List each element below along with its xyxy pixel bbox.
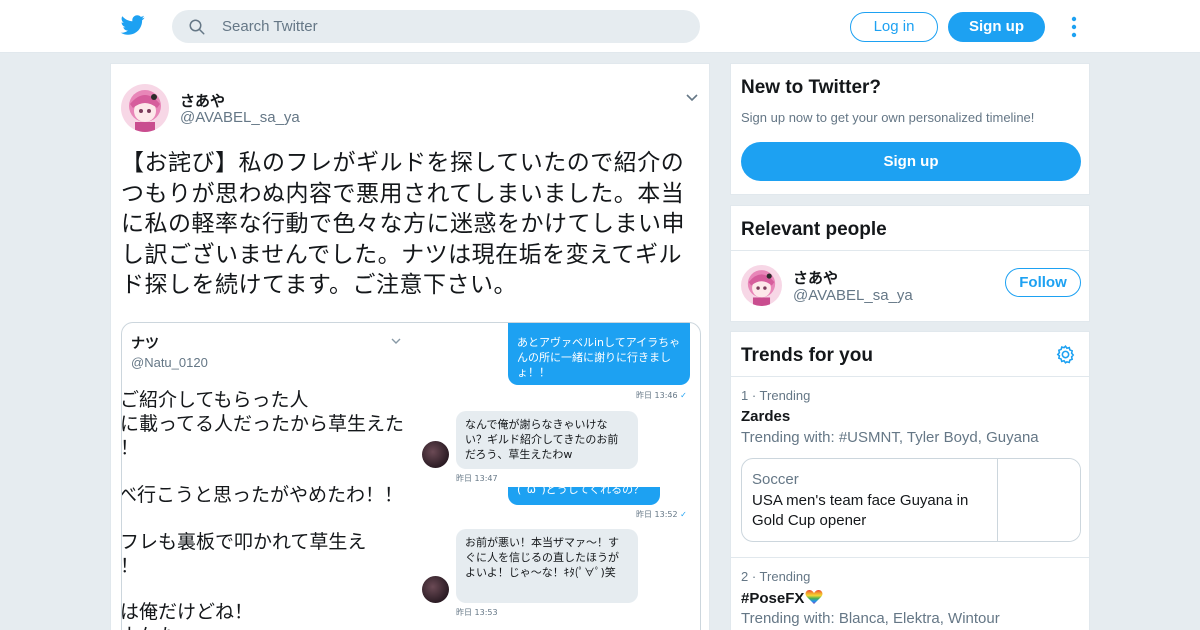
media-text-line: ご紹介してもらった人 [121,389,309,411]
trends-panel: Trends for you 1 · Trending Zardes Trend… [730,331,1090,630]
more-options-icon[interactable] [1068,15,1080,39]
chat-avatar [422,576,449,603]
avatar-image [121,84,169,132]
panel-title: Relevant people [741,219,887,240]
trend-name[interactable]: Zardes [741,408,790,425]
avatar[interactable] [121,84,169,132]
media-text-line: に載ってる人だったから草生えた [121,413,405,435]
panel-title: Trends for you [741,345,873,366]
panel-title: New to Twitter? [741,77,882,98]
media-text-line: べ行こうと思ったがやめたわ！！ [121,484,404,506]
person-handle[interactable]: @AVABEL_sa_ya [793,287,913,304]
trend-related: Trending with: #USMNT, Tyler Boyd, Guyan… [741,429,1039,446]
signup-button[interactable]: Sign up [948,12,1045,42]
top-navigation-bar: Log in Sign up [0,0,1200,53]
chat-bubble-incoming: お前が悪い！本当ザマァ〜！すぐに人を信じるの直したほうがよいよ！じゃ〜な！ｷﾀ(… [456,529,638,603]
search-bar[interactable] [172,10,700,43]
media-screenshot-left: ナツ @Natu_0120 ご紹介してもらった人 に載ってる人だったから草生えた… [122,323,422,630]
divider [731,557,1089,558]
search-input[interactable] [222,10,682,43]
chevron-down-icon[interactable] [685,91,699,105]
chat-timestamp: 昨日 13:53 [456,608,498,617]
tweet-text-line: つもりが思わぬ内容で悪用されてしまいました。本当 [121,180,685,207]
signup-button-large[interactable]: Sign up [741,142,1081,181]
media-text-line: ！ [121,437,140,459]
rainbow-heart-icon [805,590,823,604]
trend-related: Trending with: Blanca, Elektra, Wintour [741,610,1000,627]
tweet-card: さあや @AVABEL_sa_ya 【お詫び】私のフレがギルドを探していたので紹… [110,63,710,630]
media-text-line: は俺だけどね！ [121,601,254,623]
media-chat-screenshot: あとアヴァベルinしてアイラちゃんの所に一緒に謝りに行きましょ！！ 昨日 13:… [422,323,700,630]
trend-meta: 2 · Trending [741,569,811,584]
chat-timestamp: 昨日 13:52 ✓ [636,510,687,519]
twitter-bird-icon[interactable] [120,13,146,37]
follow-button[interactable]: Follow [1005,268,1081,297]
author-handle[interactable]: @AVABEL_sa_ya [180,109,300,126]
trend-name[interactable]: #PoseFX [741,589,823,607]
tweet-text-line: し訳ございませんでした。ナツは現在垢を変えてギル [121,241,683,268]
person-name[interactable]: さあや [793,267,838,288]
tweet-text-line: 【お詫び】私のフレがギルドを探していたので紹介の [121,150,685,176]
chat-bubble-outgoing: あとアヴァベルinしてアイラちゃんの所に一緒に謝りに行きましょ！！ [508,323,690,385]
tweet-media[interactable]: ナツ @Natu_0120 ご紹介してもらった人 に載ってる人だったから草生えた… [121,322,701,630]
divider [731,376,1089,377]
chat-bubble-outgoing: (˘ω˘)どうしてくれるの？ [508,487,660,505]
media-author-handle: @Natu_0120 [131,355,208,370]
chat-timestamp: 昨日 13:47 [456,474,498,483]
news-headline: USA men's team face Guyana in Gold Cup o… [752,492,969,529]
tweet-text: 【お詫び】私のフレがギルドを探していたので紹介の つもりが思わぬ内容で悪用されて… [121,148,701,301]
chat-timestamp: 昨日 13:46 ✓ [636,391,687,400]
login-button[interactable]: Log in [850,12,938,42]
author-name[interactable]: さあや [180,90,225,111]
panel-subtitle: Sign up now to get your own personalized… [741,110,1035,125]
search-icon [189,19,205,35]
tweet-text-line: に私の軽率な行動で色々な方に迷惑をかけてしまい申 [121,211,685,237]
tweet-text-line: ド探しを続けてます。ご注意下さい。 [121,272,518,298]
media-author-name: ナツ [131,335,159,351]
media-text-line: ウケた〜 [122,621,196,630]
trend-meta: 1 · Trending [741,388,811,403]
media-text-line: フレも裏板で叩かれて草生え [121,531,367,553]
relevant-people-panel: Relevant people さあや @AVABEL_sa_ya Follow [730,205,1090,322]
chat-bubble-incoming: なんで俺が謝らなきゃいけない？ギルド紹介してきたのお前だろう、草生えたわw [456,411,638,469]
chevron-down-icon [391,338,401,344]
news-thumbnail [997,459,1080,541]
divider [731,250,1089,251]
avatar[interactable] [741,265,782,306]
news-category: Soccer [752,471,799,488]
chat-avatar [422,441,449,468]
new-to-twitter-panel: New to Twitter? Sign up now to get your … [730,63,1090,195]
avatar-image [741,265,782,306]
media-text-line: ！ [121,555,140,577]
trend-news-card[interactable]: Soccer USA men's team face Guyana in Gol… [741,458,1081,542]
gear-icon[interactable] [1055,344,1076,365]
